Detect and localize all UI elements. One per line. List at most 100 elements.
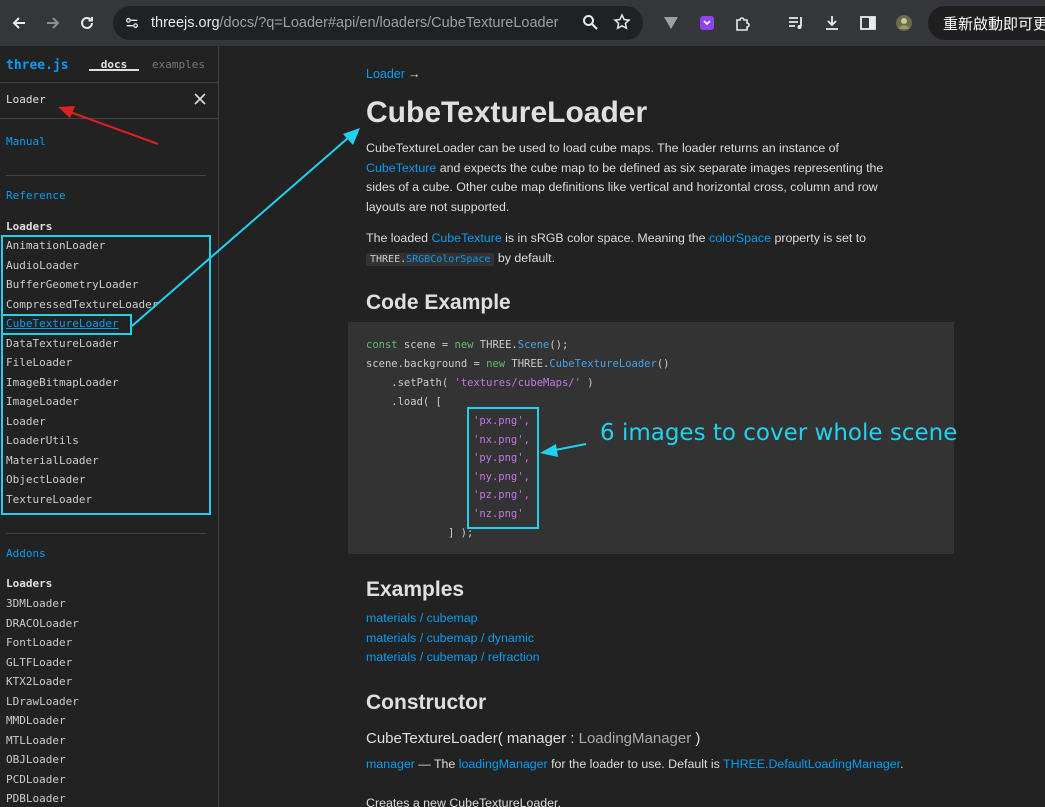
code-keyword: new: [454, 339, 474, 351]
code-text: scene.background =: [366, 358, 487, 370]
sidebar-item-addon-loader[interactable]: LDrawLoader: [6, 695, 79, 708]
example-link[interactable]: materials / cubemap: [366, 611, 478, 625]
breadcrumb: Loader →: [366, 67, 420, 81]
intro-text-rest: and expects the cube map to be defined a…: [366, 160, 884, 214]
sidebar-category-addon-loaders: Loaders: [6, 577, 53, 590]
tab-docs[interactable]: docs: [89, 46, 139, 71]
annotation-cubetextureloader-box: [1, 314, 132, 335]
sidebar-addons-link[interactable]: Addons: [6, 547, 46, 560]
sidebar-item-addon-loader[interactable]: FontLoader: [6, 636, 72, 649]
code-line: const scene = new THREE.Scene();: [366, 339, 568, 351]
arrow-right-icon: [47, 17, 60, 29]
code-text: ();: [549, 339, 569, 351]
code-text: .load( [: [366, 396, 442, 408]
sidebar-divider: [6, 175, 206, 176]
zoom-search-icon[interactable]: [581, 13, 599, 31]
example-link[interactable]: materials / cubemap / refraction: [366, 650, 540, 664]
annotation-loader-list-box: [1, 235, 211, 515]
back-button[interactable]: [4, 8, 34, 38]
site-title[interactable]: three.js: [6, 58, 69, 73]
sidebar-item-addon-loader[interactable]: 3DMLoader: [6, 597, 66, 610]
srgb-code: THREE.SRGBColorSpace: [366, 252, 495, 266]
url-text: threejs.org/docs/?q=Loader#api/en/loader…: [151, 15, 559, 31]
sidebar-item-addon-loader[interactable]: MTLLoader: [6, 734, 66, 747]
colorspace-link[interactable]: colorSpace: [709, 231, 771, 245]
sidebar-item-addon-loader[interactable]: PCDLoader: [6, 773, 66, 786]
cubetexture-link[interactable]: CubeTexture: [366, 161, 436, 175]
code-class: CubeTextureLoader: [549, 358, 657, 370]
colorspace-text-3: property is set to: [771, 231, 867, 245]
loadingmanager-link[interactable]: loadingManager: [459, 757, 548, 771]
code-class: Scene: [517, 339, 550, 351]
code-keyword: const: [366, 339, 398, 351]
extension-purple-icon[interactable]: [696, 12, 718, 34]
annotation-label: 6 images to cover whole scene: [600, 420, 958, 446]
code-example-heading: Code Example: [366, 291, 511, 314]
forward-button[interactable]: [38, 8, 68, 38]
code-keyword: new: [486, 358, 506, 370]
code-text: ): [580, 377, 594, 389]
sidebar-manual-link[interactable]: Manual: [6, 135, 46, 148]
sidebar-item-addon-loader[interactable]: KTX2Loader: [6, 675, 72, 688]
site-info-icon[interactable]: [121, 12, 143, 34]
code-text: THREE.: [505, 358, 550, 370]
code-text: .setPath(: [366, 377, 455, 389]
page-title: CubeTextureLoader: [366, 96, 648, 129]
puzzle-extensions-icon[interactable]: [732, 12, 754, 34]
cubetexture-link-2[interactable]: CubeTexture: [431, 231, 501, 245]
constructor-heading: Constructor: [366, 691, 487, 714]
code-text: (): [656, 358, 670, 370]
sidebar-item-addon-loader[interactable]: MMDLoader: [6, 714, 66, 727]
code-line: scene.background = new THREE.CubeTexture…: [366, 358, 669, 370]
srgb-prefix: THREE.: [370, 253, 407, 265]
relaunch-update-button[interactable]: 重新啟動即可更: [928, 6, 1045, 40]
star-icon[interactable]: [613, 13, 631, 31]
reload-button[interactable]: [72, 8, 102, 38]
colorspace-text-4: by default.: [494, 250, 556, 265]
media-queue-icon[interactable]: [785, 12, 807, 34]
param-text-2: for the loader to use. Default is: [547, 757, 724, 771]
code-line: .load( [: [366, 396, 442, 408]
url-path: /docs/?q=Loader#api/en/loaders/CubeTextu…: [219, 15, 559, 31]
profile-avatar-icon[interactable]: [893, 12, 915, 34]
manager-param-link[interactable]: manager: [366, 757, 415, 771]
side-panel-icon[interactable]: [857, 12, 879, 34]
colorspace-paragraph: The loaded CubeTexture is in sRGB color …: [366, 229, 911, 269]
default-loadingmanager-link[interactable]: THREE.DefaultLoadingManager: [723, 757, 900, 771]
constructor-signature: CubeTextureLoader( manager : LoadingMana…: [366, 730, 700, 747]
sidebar-item-addon-loader[interactable]: OBJLoader: [6, 753, 66, 766]
clear-filter-icon[interactable]: [193, 92, 207, 106]
vue-devtools-icon[interactable]: [660, 12, 682, 34]
param-text: — The: [414, 757, 459, 771]
download-icon[interactable]: [821, 12, 843, 34]
constructor-name: CubeTextureLoader( manager :: [366, 730, 579, 747]
url-host: threejs.org: [151, 15, 220, 31]
sidebar-divider: [6, 533, 206, 534]
sidebar-item-addon-loader[interactable]: DRACOLoader: [6, 617, 79, 630]
sidebar-item-addon-loader[interactable]: PDBLoader: [6, 792, 66, 805]
code-string: 'textures/cubeMaps/': [454, 377, 581, 389]
address-bar[interactable]: threejs.org/docs/?q=Loader#api/en/loader…: [113, 6, 643, 40]
colorspace-text-2: is in sRGB color space. Meaning the: [501, 231, 710, 245]
constructor-close: ): [691, 730, 701, 747]
breadcrumb-loader-link[interactable]: Loader: [366, 67, 405, 81]
browser-toolbar: threejs.org/docs/?q=Loader#api/en/loader…: [0, 0, 1045, 46]
sidebar-category-loaders: Loaders: [6, 220, 53, 233]
annotation-file-list-box: [467, 407, 539, 529]
param-text-end: .: [900, 757, 904, 771]
srgb-colorspace-link[interactable]: SRGBColorSpace: [406, 254, 490, 265]
sidebar-item-addon-loader[interactable]: GLTFLoader: [6, 656, 72, 669]
code-text: THREE.: [473, 339, 518, 351]
constructor-param-desc: manager — The loadingManager for the loa…: [366, 755, 911, 775]
tab-examples[interactable]: examples: [152, 58, 205, 71]
constructor-param-type: LoadingManager: [578, 730, 692, 747]
sidebar-reference-link[interactable]: Reference: [6, 189, 66, 202]
code-text: scene =: [397, 339, 455, 351]
intro-paragraph: CubeTextureLoader can be used to load cu…: [366, 139, 911, 217]
reload-icon: [81, 16, 93, 29]
sidebar-header: three.js docs examples: [0, 46, 218, 83]
filter-input[interactable]: Loader: [0, 83, 218, 119]
example-link[interactable]: materials / cubemap / dynamic: [366, 631, 534, 645]
constructor-description: Creates a new CubeTextureLoader.: [366, 796, 561, 807]
filter-input-value: Loader: [6, 93, 46, 106]
